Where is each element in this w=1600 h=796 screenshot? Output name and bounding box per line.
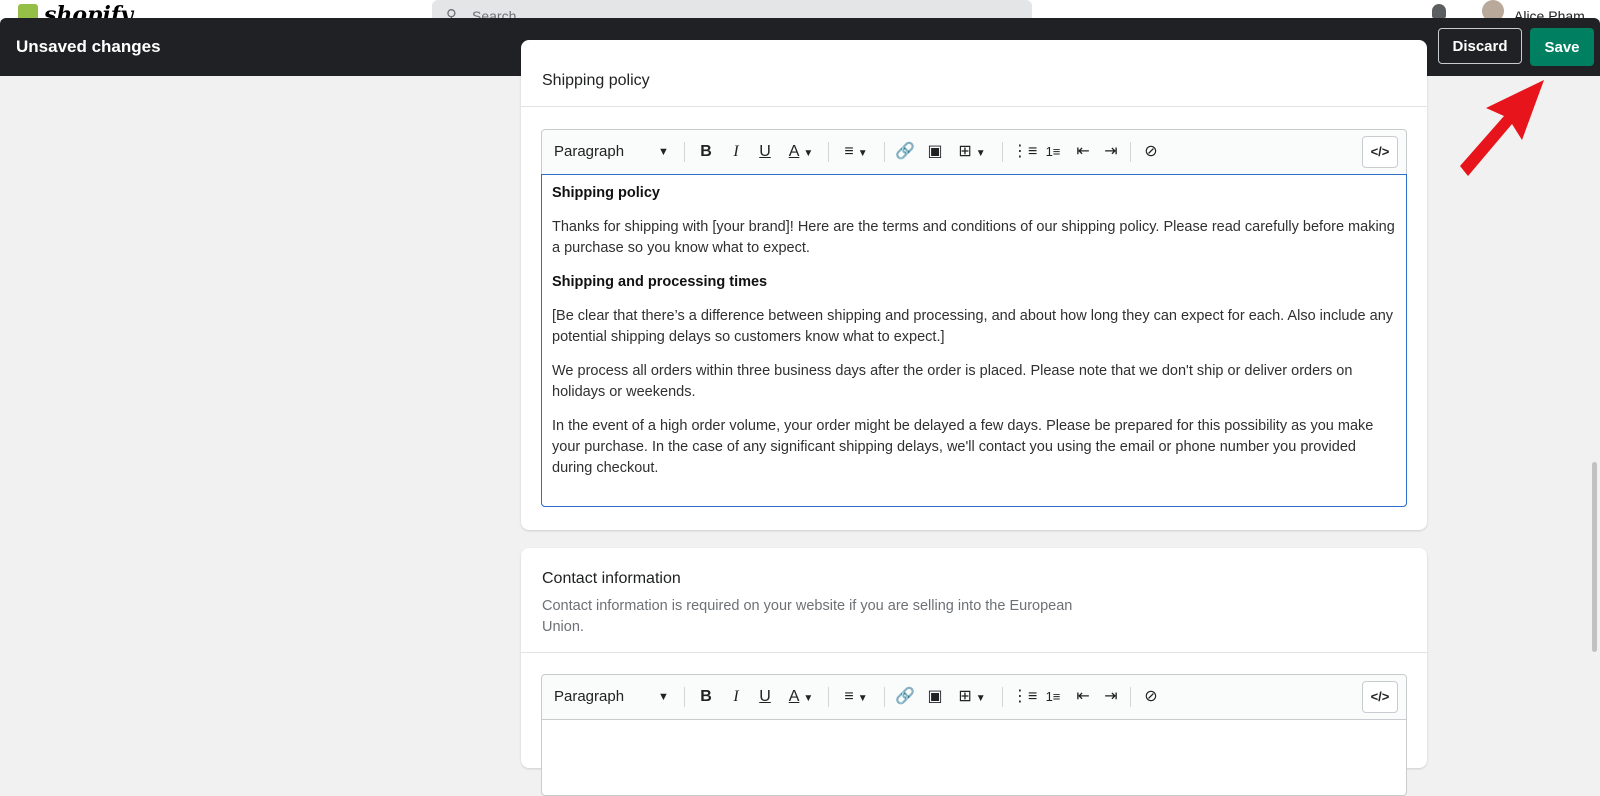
shopify-topbar: shopify ⚲ Search Alice Pham (0, 0, 1600, 20)
content-paragraph: Thanks for shipping with [your brand]! H… (552, 219, 1395, 256)
content-paragraph: We process all orders within three busin… (552, 363, 1353, 400)
image-icon[interactable]: ▣ (924, 141, 946, 163)
toolbar-divider (828, 142, 829, 162)
toolbar-divider (684, 687, 685, 707)
bell-icon[interactable] (1432, 4, 1446, 18)
bullet-list-icon[interactable]: ⋮≡ (1012, 141, 1037, 163)
text-color-icon: A (788, 143, 800, 160)
card-title: Contact information (542, 570, 681, 587)
red-arrow-annotation (1460, 80, 1544, 176)
toolbar-divider (1002, 687, 1003, 707)
paragraph-style-select[interactable]: Paragraph ▼ (554, 141, 672, 163)
rich-text-editor: Paragraph ▼ B I U A ▼ ≡ ▼ 🔗 ▣ ⊞ ▼ ⋮≡ 1≡ ⇤ (541, 129, 1407, 507)
italic-button[interactable]: I (726, 141, 746, 163)
bullet-list-icon[interactable]: ⋮≡ (1012, 686, 1037, 708)
paragraph-style-label: Paragraph (554, 143, 625, 160)
editor-toolbar: Paragraph ▼ B I U A ▼ ≡ ▼ 🔗 ▣ ⊞ ▼ ⋮≡ 1≡ ⇤ (542, 675, 1406, 720)
link-icon[interactable]: 🔗 (894, 686, 916, 708)
outdent-icon[interactable]: ⇤ (1072, 686, 1094, 708)
align-left-icon: ≡ (844, 688, 854, 705)
paragraph-style-label: Paragraph (554, 688, 625, 705)
align-button[interactable]: ≡ ▼ (838, 686, 874, 708)
card-description: Contact information is required on your … (542, 598, 1073, 635)
toolbar-divider (828, 687, 829, 707)
toolbar-divider (684, 142, 685, 162)
avatar[interactable] (1482, 0, 1504, 20)
toolbar-divider (1002, 142, 1003, 162)
toolbar-divider (1130, 687, 1131, 707)
unsaved-changes-message: Unsaved changes (16, 37, 161, 56)
caret-down-icon: ▼ (803, 148, 814, 159)
contact-information-card: Contact information Contact information … (521, 548, 1427, 796)
toolbar-divider (1130, 142, 1131, 162)
arrow-shape (1460, 80, 1544, 176)
editor-toolbar: Paragraph ▼ B I U A ▼ ≡ ▼ 🔗 ▣ ⊞ ▼ ⋮≡ 1≡ ⇤ (542, 130, 1406, 175)
caret-down-icon: ▼ (857, 693, 868, 704)
rich-text-editor: Paragraph ▼ B I U A ▼ ≡ ▼ 🔗 ▣ ⊞ ▼ ⋮≡ 1≡ ⇤ (541, 674, 1407, 796)
clear-formatting-icon[interactable]: ⊘ (1140, 141, 1162, 163)
underline-button[interactable]: U (755, 686, 775, 708)
table-button[interactable]: ⊞ ▼ (954, 686, 990, 708)
card-divider (521, 106, 1427, 107)
show-html-button[interactable]: </> (1362, 681, 1398, 713)
card-divider (521, 652, 1427, 653)
content-heading: Shipping and processing times (552, 274, 768, 290)
caret-down-icon: ▼ (975, 148, 986, 159)
bold-button[interactable]: B (696, 141, 716, 163)
content-paragraph: [Be clear that there’s a difference betw… (552, 308, 1394, 345)
link-icon[interactable]: 🔗 (894, 141, 916, 163)
caret-down-icon: ▼ (975, 693, 986, 704)
toolbar-divider (884, 687, 885, 707)
save-button[interactable]: Save (1530, 28, 1594, 66)
indent-icon[interactable]: ⇥ (1100, 686, 1122, 708)
editor-content[interactable] (542, 720, 1406, 780)
underline-button[interactable]: U (755, 141, 775, 163)
text-color-button[interactable]: A ▼ (782, 141, 820, 163)
content-paragraph: In the event of a high order volume, you… (552, 418, 1374, 476)
align-left-icon: ≡ (844, 143, 854, 160)
italic-button[interactable]: I (726, 686, 746, 708)
caret-down-icon: ▼ (658, 691, 669, 703)
table-icon: ⊞ (958, 143, 972, 160)
caret-down-icon: ▼ (803, 693, 814, 704)
shipping-policy-card: Shipping policy Paragraph ▼ B I U A ▼ ≡ ▼ … (521, 40, 1427, 530)
scrollbar[interactable] (1592, 462, 1597, 652)
discard-button[interactable]: Discard (1438, 28, 1522, 64)
bold-button[interactable]: B (696, 686, 716, 708)
clear-formatting-icon[interactable]: ⊘ (1140, 686, 1162, 708)
image-icon[interactable]: ▣ (924, 686, 946, 708)
numbered-list-icon[interactable]: 1≡ (1042, 141, 1064, 163)
numbered-list-icon[interactable]: 1≡ (1042, 686, 1064, 708)
show-html-button[interactable]: </> (1362, 136, 1398, 168)
table-icon: ⊞ (958, 688, 972, 705)
outdent-icon[interactable]: ⇤ (1072, 141, 1094, 163)
content-heading: Shipping policy (552, 185, 660, 201)
text-color-icon: A (788, 688, 800, 705)
card-title: Shipping policy (542, 72, 650, 89)
toolbar-divider (884, 142, 885, 162)
align-button[interactable]: ≡ ▼ (838, 141, 874, 163)
paragraph-style-select[interactable]: Paragraph ▼ (554, 686, 672, 708)
table-button[interactable]: ⊞ ▼ (954, 141, 990, 163)
search-bar[interactable]: ⚲ Search (432, 0, 1032, 20)
caret-down-icon: ▼ (658, 146, 669, 158)
indent-icon[interactable]: ⇥ (1100, 141, 1122, 163)
text-color-button[interactable]: A ▼ (782, 686, 820, 708)
caret-down-icon: ▼ (857, 148, 868, 159)
editor-content[interactable]: Shipping policy Thanks for shipping with… (541, 174, 1407, 507)
